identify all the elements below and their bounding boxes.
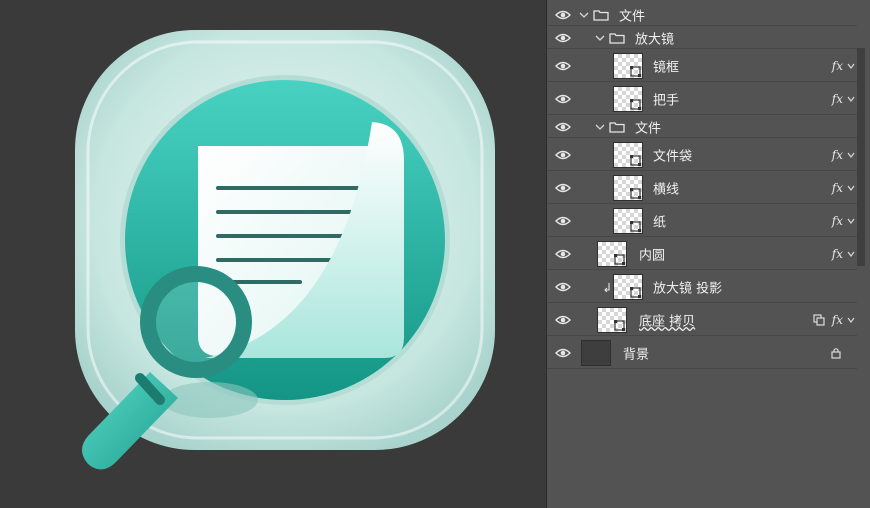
layer-row-file-pocket[interactable]: 文件袋 fx [547,139,857,171]
chevron-down-icon[interactable] [847,218,855,224]
fx-icon[interactable]: fx [832,313,843,327]
layer-name: 背景 [623,347,650,362]
layer-row-frame[interactable]: 镜框 fx [547,50,857,82]
layer-name: 放大镜 [635,32,675,47]
eye-icon[interactable] [555,60,571,72]
chevron-down-icon[interactable] [595,123,605,131]
scrollbar[interactable] [857,48,865,266]
fx-icon[interactable]: fx [832,92,843,106]
layer-row-magnifier-group[interactable]: 放大镜 [547,27,857,49]
layer-thumbnail [613,52,643,79]
eye-icon[interactable] [555,149,571,161]
layer-row-magnifier-shadow[interactable]: 放大镜 投影 [547,271,857,303]
canvas-area[interactable] [0,0,546,508]
fx-icon[interactable]: fx [832,59,843,73]
layer-thumbnail [597,306,627,333]
layer-row-base-copy[interactable]: 底座 拷贝 fx [547,304,857,336]
chevron-down-icon[interactable] [847,185,855,191]
fx-icon[interactable]: fx [832,148,843,162]
fx-icon[interactable]: fx [832,181,843,195]
layer-name: 横线 [653,182,680,197]
chevron-down-icon[interactable] [847,317,855,323]
layer-row-paper[interactable]: 纸 fx [547,205,857,237]
eye-icon[interactable] [555,32,571,44]
eye-icon[interactable] [555,281,571,293]
layer-row-background[interactable]: 背景 [547,337,857,369]
layer-name: 镜框 [653,60,680,75]
lock-icon[interactable] [831,347,841,359]
chevron-down-icon[interactable] [847,152,855,158]
layer-thumbnail [597,240,627,267]
smart-object-icon [813,313,825,326]
folder-icon [593,9,609,21]
layer-thumbnail [613,207,643,234]
layer-row-lines[interactable]: 横线 fx [547,172,857,204]
layer-name: 底座 拷贝 [639,314,696,329]
eye-icon[interactable] [555,314,571,326]
fx-icon[interactable]: fx [832,247,843,261]
eye-icon[interactable] [555,9,571,21]
layer-name: 纸 [653,215,667,230]
eye-icon[interactable] [555,215,571,227]
layer-row-handle[interactable]: 把手 fx [547,83,857,115]
layers-panel: 文件 放大镜 镜框 fx 把手 fx 文件 文件袋 fx 横线 fx 纸 fx … [546,0,870,508]
layer-name: 文件 [619,9,646,24]
layer-name: 放大镜 投影 [653,281,723,296]
layer-name: 把手 [653,93,680,108]
folder-icon [609,121,625,133]
layer-row-file-subgroup[interactable]: 文件 [547,116,857,138]
layer-thumbnail [613,273,643,300]
layer-name: 内圆 [639,248,666,263]
file-search-icon-artwork [75,30,495,470]
eye-icon[interactable] [555,93,571,105]
layer-thumbnail [613,141,643,168]
chevron-down-icon[interactable] [847,251,855,257]
layer-name: 文件 [635,121,662,136]
clipping-mask-icon [604,282,610,292]
eye-icon[interactable] [555,347,571,359]
layer-name: 文件袋 [653,149,693,164]
chevron-down-icon[interactable] [847,63,855,69]
eye-icon[interactable] [555,248,571,260]
folder-icon [609,32,625,44]
chevron-down-icon[interactable] [595,34,605,42]
chevron-down-icon[interactable] [847,96,855,102]
eye-icon[interactable] [555,121,571,133]
layer-row-inner-circle[interactable]: 内圆 fx [547,238,857,270]
layer-thumbnail [613,174,643,201]
eye-icon[interactable] [555,182,571,194]
layer-row-file-group[interactable]: 文件 [547,4,857,26]
layer-thumbnail [613,85,643,112]
fx-icon[interactable]: fx [832,214,843,228]
chevron-down-icon[interactable] [579,11,589,19]
layer-thumbnail [581,339,611,366]
